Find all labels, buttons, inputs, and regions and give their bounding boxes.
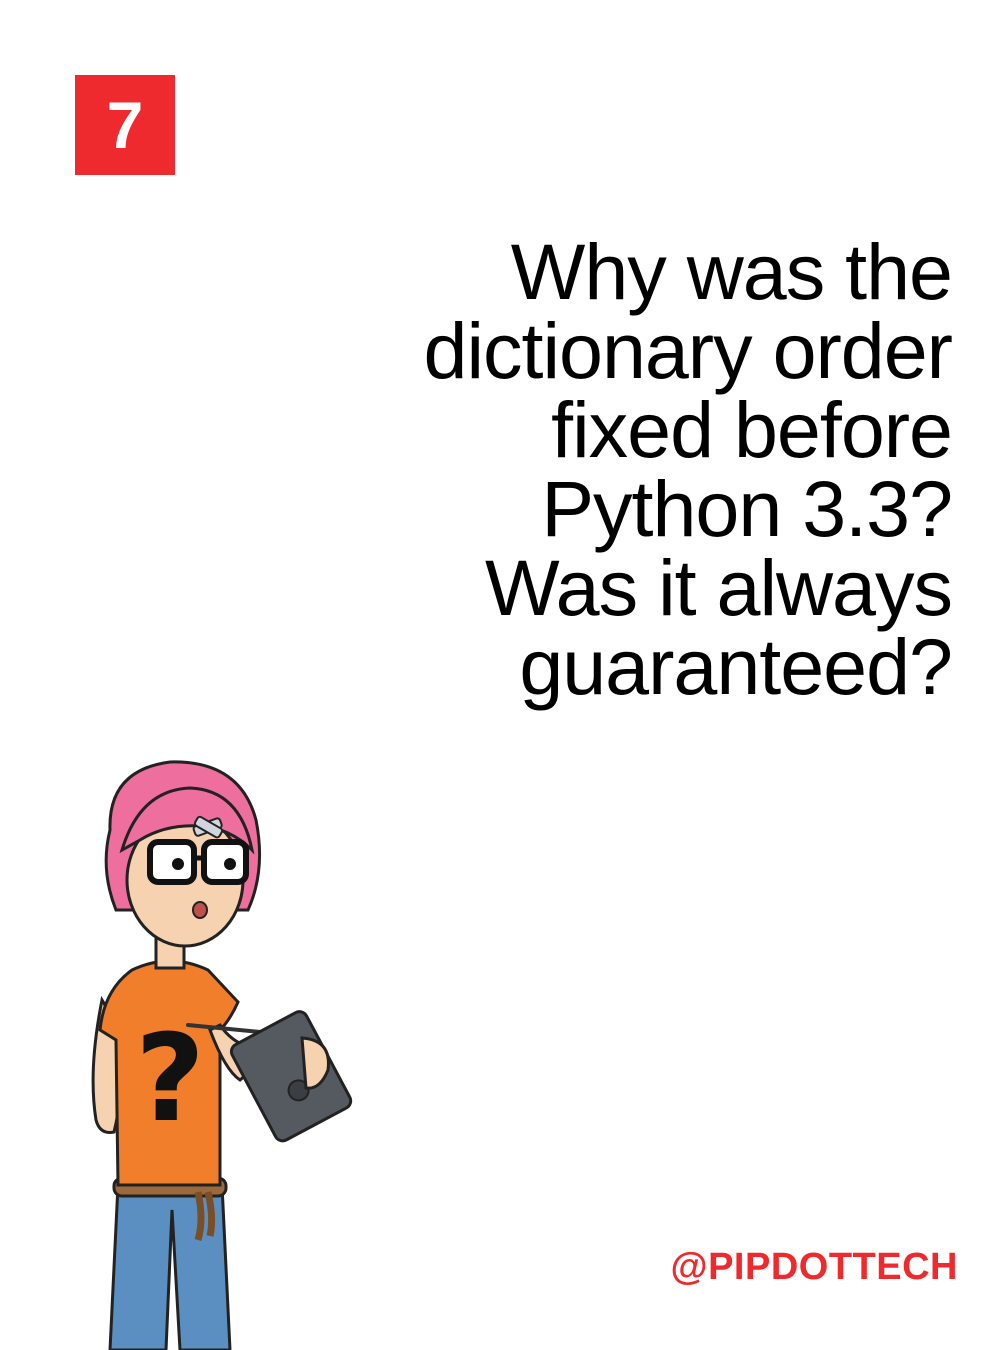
question-line: Python 3.3?	[541, 464, 953, 553]
question-line: Was it always	[485, 543, 953, 632]
svg-text:?: ?	[135, 1010, 205, 1149]
slide-number: 7	[106, 88, 144, 162]
slide-number-badge: 7	[75, 75, 175, 175]
social-handle-text: @PIPDOTTECH	[670, 1246, 958, 1288]
social-handle: @PIPDOTTECH	[671, 1246, 958, 1289]
question-line: guaranteed?	[519, 622, 953, 711]
question-line: Why was the	[510, 227, 953, 316]
question-line: fixed before	[551, 385, 953, 474]
cartoon-character-illustration: ?	[91, 760, 353, 1350]
question-line: dictionary order	[423, 306, 953, 395]
question-text: Why was the dictionary order fixed befor…	[312, 227, 953, 711]
